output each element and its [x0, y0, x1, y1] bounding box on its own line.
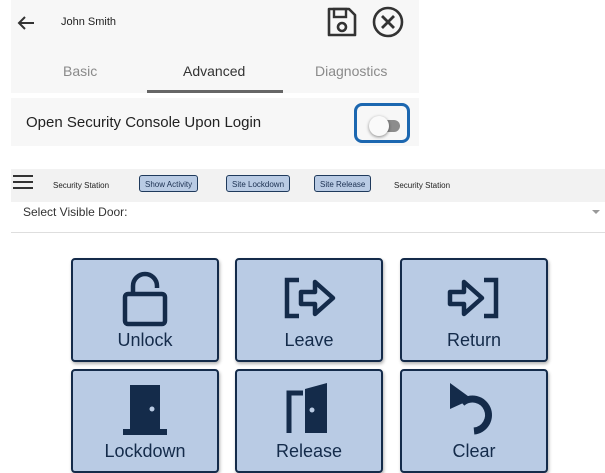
toggle-highlight: [354, 103, 410, 143]
padlock-open-icon: [122, 271, 168, 327]
lockdown-button[interactable]: Lockdown: [71, 369, 219, 473]
setting-label: Open Security Console Upon Login: [26, 114, 262, 131]
clear-button[interactable]: Clear: [400, 369, 548, 473]
site-release-button[interactable]: Site Release: [314, 175, 372, 192]
tab-diagnostics[interactable]: Diagnostics: [315, 63, 387, 79]
close-icon: [372, 6, 404, 38]
show-activity-button[interactable]: Show Activity: [139, 175, 199, 192]
undo-icon: [450, 383, 492, 435]
settings-header-panel: John Smith Basic Advanced Diagnostics: [11, 0, 419, 93]
header-bar: John Smith: [11, 0, 419, 46]
closed-door-icon: [123, 385, 167, 435]
tab-advanced[interactable]: Advanced: [183, 63, 245, 79]
user-name: John Smith: [61, 16, 117, 28]
tile-label: Lockdown: [104, 441, 186, 461]
tile-label: Unlock: [117, 330, 173, 350]
hamburger-menu-icon[interactable]: [13, 175, 33, 191]
tile-label: Clear: [452, 441, 496, 461]
security-station-toolbar: Security Station Show Activity Site Lock…: [11, 169, 605, 202]
toggle-knob[interactable]: [369, 116, 389, 136]
toolbar-title-right: Security Station: [394, 181, 451, 190]
unlock-button[interactable]: Unlock: [71, 258, 219, 362]
open-console-toggle[interactable]: [369, 116, 400, 136]
back-arrow-icon: [17, 16, 34, 30]
tab-bar: Basic Advanced Diagnostics: [11, 46, 419, 93]
return-button[interactable]: Return: [400, 258, 548, 362]
back-button[interactable]: [13, 10, 39, 36]
open-door-icon: [286, 383, 327, 433]
tile-label: Release: [275, 441, 343, 461]
tile-label: Leave: [284, 330, 334, 350]
security-console-setting-row: Open Security Console Upon Login: [11, 98, 419, 146]
dropdown-arrow-icon: [592, 210, 600, 214]
active-tab-indicator: [147, 90, 283, 93]
tile-label: Return: [446, 330, 502, 350]
door-select-label: Select Visible Door:: [23, 205, 128, 219]
door-select[interactable]: Select Visible Door:: [11, 202, 605, 233]
tab-basic[interactable]: Basic: [63, 63, 97, 79]
release-button[interactable]: Release: [235, 369, 383, 473]
close-button[interactable]: [371, 5, 405, 39]
return-arrow-icon: [447, 277, 499, 319]
save-icon: [327, 7, 357, 37]
leave-button[interactable]: Leave: [235, 258, 383, 362]
site-lockdown-button[interactable]: Site Lockdown: [226, 175, 291, 192]
leave-arrow-icon: [284, 277, 336, 319]
toolbar-title: Security Station: [53, 181, 110, 190]
save-button[interactable]: [325, 5, 359, 39]
